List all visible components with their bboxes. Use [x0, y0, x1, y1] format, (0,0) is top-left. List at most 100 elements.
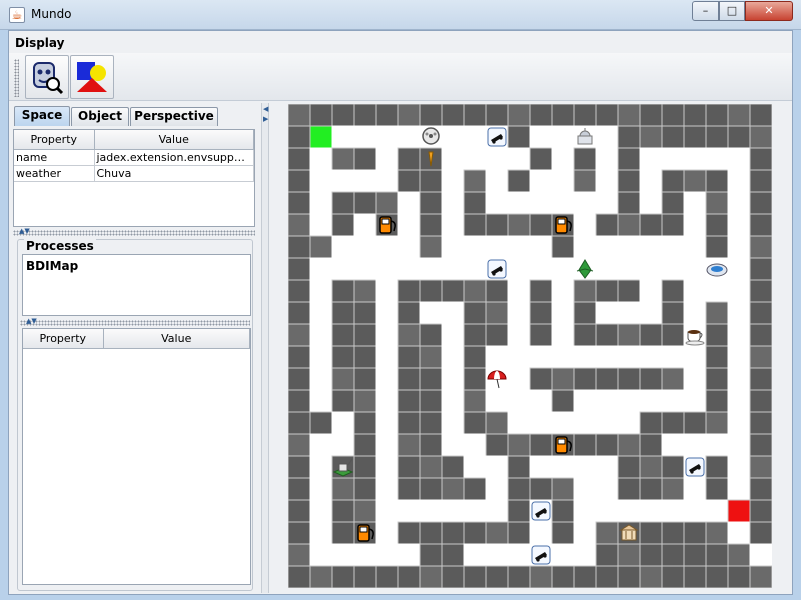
map-cell[interactable]	[595, 191, 619, 215]
map-cell[interactable]	[485, 411, 509, 435]
map-cell[interactable]	[573, 411, 597, 435]
map-cell[interactable]	[397, 389, 421, 413]
map-cell[interactable]	[595, 367, 619, 391]
map-cell[interactable]	[705, 169, 729, 193]
map-cell[interactable]	[749, 411, 772, 435]
map-cell[interactable]	[573, 301, 597, 325]
map-cell[interactable]	[309, 104, 333, 127]
map-cell[interactable]	[705, 191, 729, 215]
map-cell[interactable]	[683, 279, 707, 303]
map-cell[interactable]	[397, 521, 421, 545]
map-cell[interactable]	[573, 104, 597, 127]
map-cell[interactable]	[639, 147, 663, 171]
map-cell[interactable]	[749, 543, 772, 567]
map-cell[interactable]	[375, 477, 399, 501]
map-cell[interactable]	[661, 389, 685, 413]
map-cell[interactable]	[661, 499, 685, 523]
map-cell[interactable]	[705, 345, 729, 369]
map-cell[interactable]	[749, 499, 772, 523]
map-cell[interactable]	[463, 301, 487, 325]
map-cell[interactable]	[727, 367, 751, 391]
map-cell[interactable]	[529, 191, 553, 215]
map-cell[interactable]	[441, 521, 465, 545]
map-cell[interactable]	[288, 367, 311, 391]
map-cell[interactable]	[485, 301, 509, 325]
map-cell[interactable]	[507, 389, 531, 413]
map-cell[interactable]	[463, 279, 487, 303]
map-cell[interactable]	[419, 433, 443, 457]
map-cell[interactable]	[529, 257, 553, 281]
map-cell[interactable]	[419, 235, 443, 259]
collapse-arrows-icon[interactable]: ▲▼	[26, 318, 37, 325]
map-cell[interactable]	[288, 213, 311, 237]
map-cell[interactable]	[683, 521, 707, 545]
map-view[interactable]	[271, 103, 792, 593]
map-cell[interactable]	[595, 279, 619, 303]
map-cell[interactable]	[661, 169, 685, 193]
map-cell[interactable]	[595, 411, 619, 435]
map-cell[interactable]	[551, 125, 575, 149]
map-cell[interactable]	[288, 433, 311, 457]
map-cell[interactable]	[419, 301, 443, 325]
map-cell[interactable]	[551, 345, 575, 369]
map-cell[interactable]	[353, 169, 377, 193]
map-cell[interactable]	[375, 411, 399, 435]
map-cell[interactable]	[441, 169, 465, 193]
map-cell[interactable]	[705, 279, 729, 303]
map-cell[interactable]	[727, 521, 751, 545]
map-cell[interactable]	[617, 125, 641, 149]
map-cell[interactable]	[595, 257, 619, 281]
map-cell[interactable]	[551, 389, 575, 413]
map-cell[interactable]	[288, 477, 311, 501]
map-cell[interactable]	[595, 389, 619, 413]
map-cell[interactable]	[309, 389, 333, 413]
map-cell[interactable]	[507, 565, 531, 588]
horizontal-splitter[interactable]: ▲▼	[13, 228, 255, 236]
map-cell[interactable]	[441, 543, 465, 567]
map-cell[interactable]	[331, 367, 355, 391]
map-cell[interactable]	[749, 235, 772, 259]
map-cell[interactable]	[683, 345, 707, 369]
map-cell[interactable]	[683, 191, 707, 215]
map-cell[interactable]	[705, 411, 729, 435]
map-cell[interactable]	[397, 477, 421, 501]
map-cell[interactable]	[661, 521, 685, 545]
map-cell[interactable]	[639, 279, 663, 303]
map-cell[interactable]	[617, 565, 641, 588]
map-cell[interactable]	[331, 323, 355, 347]
map-cell[interactable]	[309, 433, 333, 457]
map-cell[interactable]	[749, 213, 772, 237]
map-cell[interactable]	[309, 499, 333, 523]
map-cell[interactable]	[419, 257, 443, 281]
map-cell[interactable]	[375, 345, 399, 369]
map-cell[interactable]	[507, 169, 531, 193]
map-cell[interactable]	[485, 543, 509, 567]
map-cell[interactable]	[375, 235, 399, 259]
map-cell[interactable]	[288, 521, 311, 545]
map-cell[interactable]	[551, 235, 575, 259]
map-cell[interactable]	[683, 389, 707, 413]
map-cell[interactable]	[353, 279, 377, 303]
map-cell[interactable]	[727, 235, 751, 259]
map-cell[interactable]	[375, 367, 399, 391]
map-cell[interactable]	[529, 301, 553, 325]
map-cell[interactable]	[639, 477, 663, 501]
map-cell[interactable]	[661, 411, 685, 435]
map-cell[interactable]	[331, 301, 355, 325]
map-cell[interactable]	[529, 213, 553, 237]
map-cell[interactable]	[573, 235, 597, 259]
map-cell[interactable]	[331, 235, 355, 259]
map-cell[interactable]	[529, 433, 553, 457]
map-cell[interactable]	[705, 301, 729, 325]
map-cell[interactable]	[683, 213, 707, 237]
map-cell[interactable]	[419, 499, 443, 523]
map-cell[interactable]	[749, 169, 772, 193]
map-cell[interactable]	[463, 455, 487, 479]
map-cell[interactable]	[617, 191, 641, 215]
map-cell[interactable]	[595, 147, 619, 171]
map-cell[interactable]	[309, 213, 333, 237]
map-cell[interactable]	[683, 301, 707, 325]
map-cell[interactable]	[507, 191, 531, 215]
map-cell[interactable]	[595, 104, 619, 127]
map-cell[interactable]	[309, 279, 333, 303]
